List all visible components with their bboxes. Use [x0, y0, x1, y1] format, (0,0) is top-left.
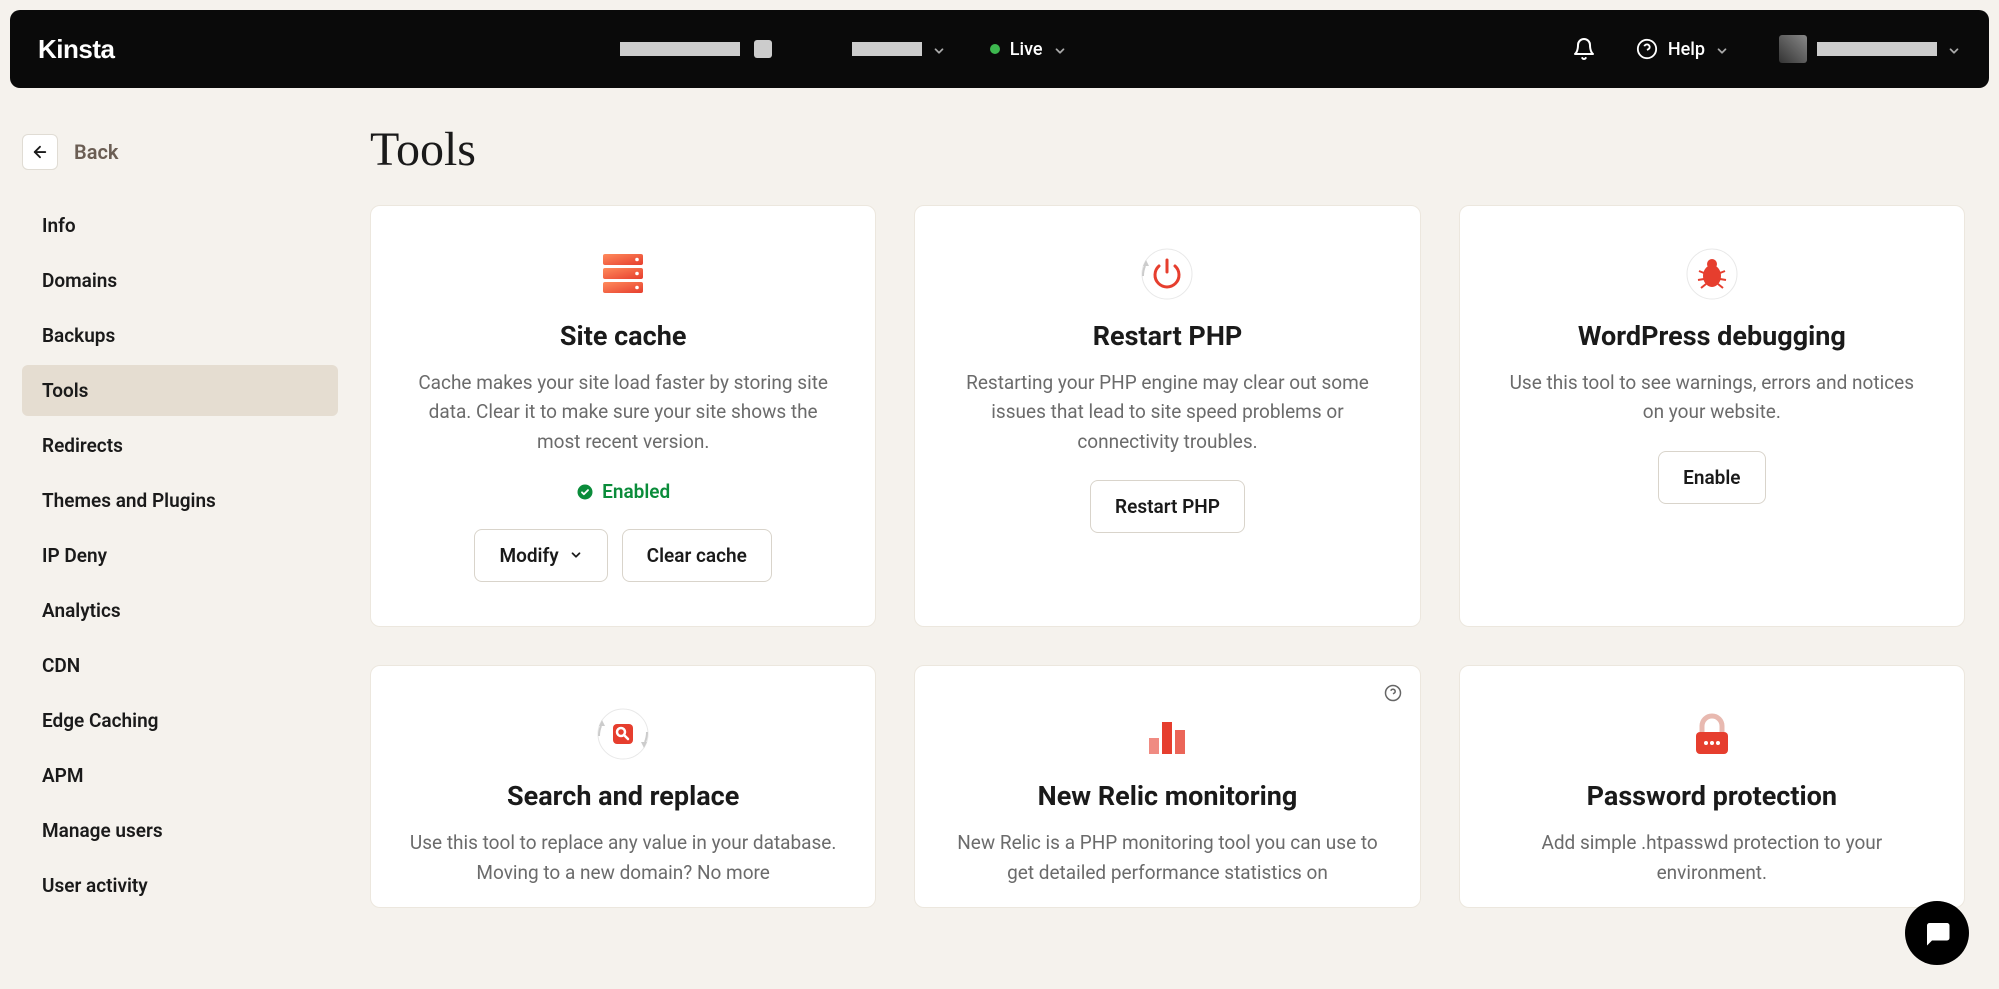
- sidebar-item-info[interactable]: Info: [22, 200, 338, 251]
- chevron-down-icon: [932, 42, 946, 56]
- sidebar-item-apm[interactable]: APM: [22, 750, 338, 801]
- card-restart-php: Restart PHP Restarting your PHP engine m…: [914, 205, 1420, 627]
- chat-icon: [1922, 918, 1952, 948]
- main-content: Tools Site cache Cache makes you: [370, 110, 1989, 915]
- card-description: Add simple .htpasswd protection to your …: [1497, 828, 1927, 887]
- sidebar-item-manage-users[interactable]: Manage users: [22, 805, 338, 856]
- card-title: New Relic monitoring: [1038, 780, 1298, 812]
- chevron-down-icon: [1715, 42, 1729, 56]
- sidebar-item-redirects[interactable]: Redirects: [22, 420, 338, 471]
- card-title: WordPress debugging: [1578, 320, 1846, 352]
- card-description: Use this tool to replace any value in yo…: [408, 828, 838, 887]
- card-wordpress-debugging: WordPress debugging Use this tool to see…: [1459, 205, 1965, 627]
- chevron-down-icon: [1947, 42, 1961, 56]
- page-title: Tools: [370, 122, 1965, 177]
- enable-button[interactable]: Enable: [1658, 451, 1765, 504]
- sidebar-item-cdn[interactable]: CDN: [22, 640, 338, 691]
- power-icon: [1139, 246, 1195, 302]
- status-dot-icon: [990, 44, 1000, 54]
- sidebar-item-themes-plugins[interactable]: Themes and Plugins: [22, 475, 338, 526]
- logo: Kinsta: [38, 34, 114, 65]
- restart-php-button[interactable]: Restart PHP: [1090, 480, 1245, 533]
- sidebar-item-backups[interactable]: Backups: [22, 310, 338, 361]
- help-icon: [1636, 38, 1658, 60]
- card-new-relic: New Relic monitoring New Relic is a PHP …: [914, 665, 1420, 908]
- help-label: Help: [1668, 39, 1705, 60]
- modify-button[interactable]: Modify: [474, 529, 607, 582]
- sidebar-item-edge-caching[interactable]: Edge Caching: [22, 695, 338, 746]
- chevron-down-icon: [569, 544, 583, 567]
- card-title: Search and replace: [507, 780, 739, 812]
- help-icon: [1384, 684, 1402, 702]
- status-badge: Enabled: [576, 480, 670, 503]
- card-search-replace: Search and replace Use this tool to repl…: [370, 665, 876, 908]
- sidebar-item-tools[interactable]: Tools: [22, 365, 338, 416]
- back-button[interactable]: [22, 134, 58, 170]
- card-description: Cache makes your site load faster by sto…: [408, 368, 838, 456]
- lock-icon: [1684, 706, 1740, 762]
- env-status-selector[interactable]: Live: [990, 39, 1067, 60]
- chat-button[interactable]: [1905, 901, 1969, 965]
- card-description: Use this tool to see warnings, errors an…: [1497, 368, 1927, 427]
- env-status-label: Live: [1010, 39, 1043, 60]
- card-title: Site cache: [560, 320, 686, 352]
- chevron-down-icon: [1053, 42, 1067, 56]
- help-menu[interactable]: Help: [1636, 38, 1729, 60]
- bell-icon: [1572, 37, 1596, 61]
- sidebar-item-ip-deny[interactable]: IP Deny: [22, 530, 338, 581]
- search-icon: [595, 706, 651, 762]
- bug-icon: [1684, 246, 1740, 302]
- card-description: Restarting your PHP engine may clear out…: [952, 368, 1382, 456]
- chart-icon: [1139, 706, 1195, 762]
- sidebar: Back Info Domains Backups Tools Redirect…: [10, 110, 350, 915]
- clear-cache-button[interactable]: Clear cache: [622, 529, 772, 582]
- card-title: Restart PHP: [1093, 320, 1243, 352]
- breadcrumb-env-selector[interactable]: [852, 42, 946, 56]
- back-label: Back: [74, 140, 118, 164]
- help-tooltip-button[interactable]: [1384, 684, 1402, 702]
- sidebar-item-domains[interactable]: Domains: [22, 255, 338, 306]
- card-site-cache: Site cache Cache makes your site load fa…: [370, 205, 876, 627]
- account-menu[interactable]: [1779, 35, 1961, 63]
- breadcrumb-site-selector[interactable]: [620, 40, 772, 58]
- check-circle-icon: [576, 483, 594, 501]
- server-icon: [595, 246, 651, 302]
- card-title: Password protection: [1587, 780, 1837, 812]
- topbar: Kinsta Live Help: [10, 10, 1989, 88]
- card-description: New Relic is a PHP monitoring tool you c…: [952, 828, 1382, 887]
- sidebar-item-analytics[interactable]: Analytics: [22, 585, 338, 636]
- sidebar-item-user-activity[interactable]: User activity: [22, 860, 338, 911]
- arrow-left-icon: [31, 143, 49, 161]
- card-password-protection: Password protection Add simple .htpasswd…: [1459, 665, 1965, 908]
- avatar: [1779, 35, 1807, 63]
- notifications-button[interactable]: [1572, 37, 1596, 61]
